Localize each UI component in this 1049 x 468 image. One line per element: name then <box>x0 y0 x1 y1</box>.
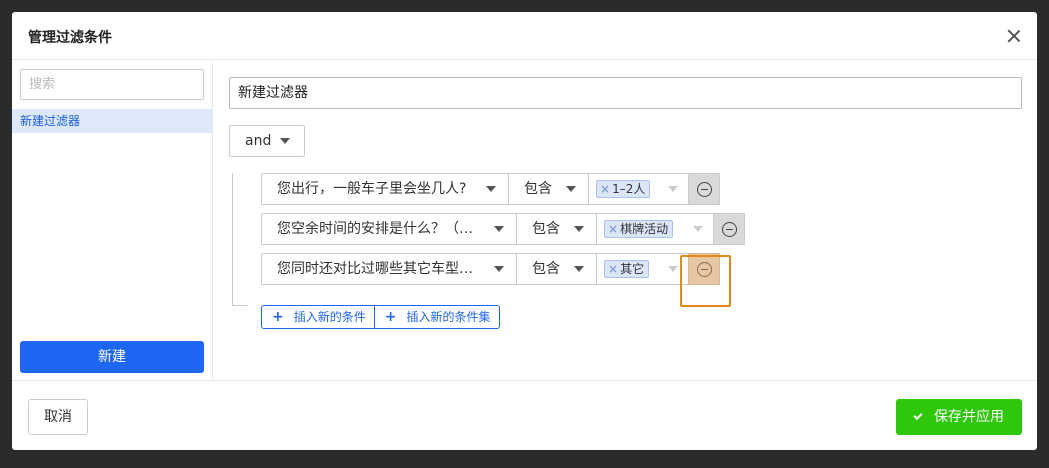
dialog-title: 管理过滤条件 <box>28 30 112 46</box>
condition-operator-select[interactable]: 包含 <box>508 173 589 205</box>
condition-operator-select[interactable]: 包含 <box>516 213 597 245</box>
search-input[interactable] <box>20 69 204 100</box>
minus-circle-icon <box>722 222 737 237</box>
caret-down-icon <box>693 226 703 232</box>
insert-condition-set-button[interactable]: + 插入新的条件集 <box>373 306 499 328</box>
caret-down-icon <box>668 186 678 192</box>
sidebar-item-filter[interactable]: 新建过滤器 <box>12 109 212 133</box>
x-icon[interactable]: × <box>608 262 618 276</box>
plus-icon: + <box>384 309 397 325</box>
cancel-button[interactable]: 取消 <box>28 399 88 435</box>
condition-field-label: 您空余时间的安排是什么？（… <box>277 221 473 237</box>
caret-down-icon <box>494 226 504 232</box>
condition-value-select[interactable]: × 棋牌活动 <box>596 213 714 245</box>
caret-down-icon <box>280 138 290 144</box>
dialog-header: 管理过滤条件 <box>12 12 1037 60</box>
sidebar: 新建过滤器 新建 <box>12 61 213 380</box>
filter-dialog: 管理过滤条件 新建过滤器 新建 新建过滤器 and 您出行，一般车子里会坐几人?… <box>12 12 1037 450</box>
filter-editor: 新建过滤器 and 您出行，一般车子里会坐几人? 包含 × 1–2人 您空余时间… <box>214 61 1037 380</box>
value-tag-label: 1–2人 <box>612 182 646 196</box>
value-tag: × 棋牌活动 <box>604 220 674 238</box>
logic-select-value: and <box>245 133 272 149</box>
value-tag: × 其它 <box>604 260 650 278</box>
condition-value-select[interactable]: × 其它 <box>596 253 689 285</box>
insert-condition-button[interactable]: + 插入新的条件 <box>262 306 374 328</box>
condition-value-select[interactable]: × 1–2人 <box>588 173 689 205</box>
condition-operator-label: 包含 <box>532 221 560 237</box>
condition-field-select[interactable]: 您同时还对比过哪些其它车型… <box>261 253 517 285</box>
value-tag-label: 其它 <box>620 262 645 276</box>
dialog-footer: 取消 保存并应用 <box>12 380 1037 450</box>
tree-connector <box>232 173 233 306</box>
caret-down-icon <box>574 266 584 272</box>
value-tag: × 1–2人 <box>596 180 651 198</box>
caret-down-icon <box>668 266 678 272</box>
minus-circle-icon <box>697 182 712 197</box>
insert-button-group: + 插入新的条件 + 插入新的条件集 <box>261 305 500 329</box>
insert-condition-set-label: 插入新的条件集 <box>406 310 491 324</box>
value-tag-label: 棋牌活动 <box>620 222 669 236</box>
new-filter-button[interactable]: 新建 <box>20 341 204 373</box>
save-apply-label: 保存并应用 <box>934 409 1004 425</box>
caret-down-icon <box>566 186 576 192</box>
x-icon[interactable]: × <box>608 222 618 236</box>
condition-field-select[interactable]: 您空余时间的安排是什么？（… <box>261 213 517 245</box>
x-icon[interactable]: × <box>600 182 610 196</box>
remove-condition-button[interactable] <box>713 213 745 245</box>
condition-operator-select[interactable]: 包含 <box>516 253 597 285</box>
filter-name-input[interactable]: 新建过滤器 <box>229 77 1022 109</box>
condition-field-select[interactable]: 您出行，一般车子里会坐几人? <box>261 173 509 205</box>
highlight-box <box>680 255 731 307</box>
condition-field-label: 您同时还对比过哪些其它车型… <box>277 261 473 277</box>
condition-operator-label: 包含 <box>524 181 552 197</box>
condition-operator-label: 包含 <box>532 261 560 277</box>
caret-down-icon <box>574 226 584 232</box>
insert-condition-label: 插入新的条件 <box>293 310 366 324</box>
save-apply-button[interactable]: 保存并应用 <box>896 399 1022 435</box>
caret-down-icon <box>486 186 496 192</box>
tree-connector-end <box>232 305 248 306</box>
remove-condition-button[interactable] <box>688 173 720 205</box>
close-icon[interactable] <box>1005 27 1023 45</box>
plus-icon: + <box>272 309 284 325</box>
logic-select[interactable]: and <box>229 125 305 157</box>
condition-field-label: 您出行，一般车子里会坐几人? <box>277 181 467 197</box>
caret-down-icon <box>494 266 504 272</box>
check-icon <box>913 410 923 421</box>
